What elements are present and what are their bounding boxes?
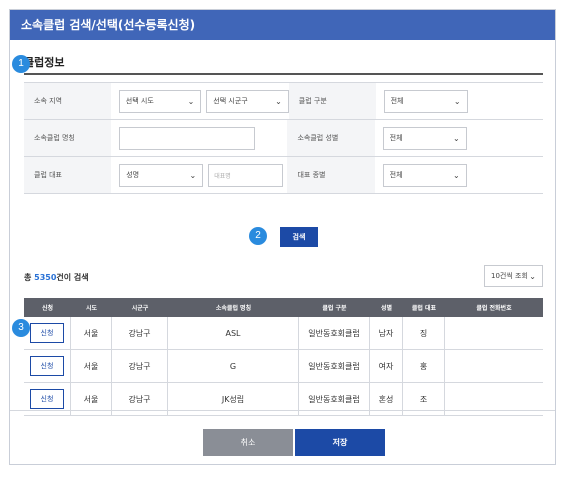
- rep-event-select-value: 전체: [389, 171, 403, 179]
- sido-select[interactable]: 선택 시도 ⌄: [118, 89, 202, 113]
- representative-cell: 징: [403, 317, 445, 349]
- chevron-down-icon: ⌄: [452, 133, 460, 143]
- club-name-label: 소속클럽 명칭: [24, 120, 112, 156]
- rep-label: 클럽 대표: [24, 157, 112, 193]
- chevron-down-icon: ⌄: [275, 96, 282, 106]
- form-row-region: 소속 지역 선택 시도 ⌄ 선택 시군구 ⌄ 클럽 구분 전체 ⌄: [24, 83, 543, 120]
- apply-button[interactable]: 신청: [30, 389, 64, 409]
- save-button[interactable]: 저장: [295, 429, 385, 456]
- sigungu-select-value: 선택 시군구: [213, 97, 248, 105]
- club-gender-cell: 전체 ⌄: [375, 120, 543, 156]
- sido-cell: 서울: [71, 317, 112, 349]
- club-gender-select[interactable]: 전체 ⌄: [382, 126, 467, 150]
- dialog-title: 소속클럽 검색/선택(선수등록신청): [10, 10, 555, 40]
- apply-button[interactable]: 신청: [30, 356, 64, 376]
- search-button[interactable]: 검색: [280, 227, 318, 247]
- club-search-dialog: 소속클럽 검색/선택(선수등록신청) 클럽정보 소속 지역 선택 시도 ⌄ 선택…: [9, 9, 556, 465]
- chevron-down-icon: ⌄: [529, 271, 536, 281]
- club-name-cell: [111, 120, 287, 156]
- club-type-select[interactable]: 전체 ⌄: [383, 89, 468, 113]
- gender-cell: 여자: [370, 350, 403, 382]
- club-type-select-value: 전체: [390, 97, 404, 105]
- chevron-down-icon: ⌄: [453, 96, 461, 106]
- col-apply: 신청: [41, 305, 54, 312]
- club-info-form: 소속 지역 선택 시도 ⌄ 선택 시군구 ⌄ 클럽 구분 전체 ⌄ 소속클럽 명…: [24, 82, 543, 194]
- apply-cell: 신청: [24, 317, 71, 349]
- section-divider: [24, 73, 543, 75]
- col-club-type: 클럽 구분: [322, 305, 347, 312]
- result-count-number: 5350: [34, 273, 57, 282]
- rep-event-cell: 전체 ⌄: [375, 157, 543, 193]
- step-badge-2: 2: [249, 227, 267, 245]
- rep-type-select[interactable]: 성명 ⌄: [119, 163, 204, 187]
- table-header: 신청 시도 시군구 소속클럽 명칭 클럽 구분 성별 클럽 대표 클럽 전화번호: [24, 298, 543, 317]
- rep-event-label: 대표 종별: [287, 157, 375, 193]
- club-type-cell: 일반동호회클럽: [299, 350, 370, 382]
- region-label: 소속 지역: [24, 83, 111, 119]
- footer-divider: [10, 410, 555, 411]
- apply-cell: 신청: [24, 350, 71, 382]
- table-row: 신청 서울 강남구 G 일반동호회클럽 여자 홍: [24, 350, 543, 383]
- club-name-cell: ASL: [168, 317, 299, 349]
- form-row-representative: 클럽 대표 성명 ⌄ 대표명 대표 종별 전체 ⌄: [24, 157, 543, 194]
- apply-button[interactable]: 신청: [30, 323, 64, 343]
- club-type-cell: 일반동호회클럽: [299, 317, 370, 349]
- sido-cell: 서울: [71, 350, 112, 382]
- per-page-value: 10건씩 조회: [491, 272, 528, 280]
- col-club-name: 소속클럽 명칭: [215, 305, 252, 312]
- col-phone: 클럽 전화번호: [476, 305, 512, 312]
- representative-cell: 홍: [403, 350, 445, 382]
- cancel-button[interactable]: 취소: [203, 429, 293, 456]
- col-sigungu: 시군구: [131, 305, 149, 312]
- col-representative: 클럽 대표: [411, 305, 437, 312]
- phone-cell: [445, 350, 543, 382]
- rep-type-select-value: 성명: [126, 171, 140, 179]
- rep-cell: 성명 ⌄ 대표명: [111, 157, 287, 193]
- result-count-prefix: 총: [24, 273, 35, 282]
- table-row: 신청 서울 강남구 ASL 일반동호회클럽 남자 징: [24, 317, 543, 350]
- col-gender: 성별: [380, 305, 393, 312]
- sigungu-cell: 강남구: [112, 350, 168, 382]
- step-badge-3: 3: [12, 319, 30, 337]
- per-page-select[interactable]: 10건씩 조회 ⌄: [484, 265, 543, 287]
- club-gender-label: 소속클럽 성별: [287, 120, 375, 156]
- phone-cell: [445, 317, 543, 349]
- result-count-suffix: 건이 검색: [56, 273, 89, 282]
- sigungu-select[interactable]: 선택 시군구 ⌄: [206, 89, 289, 113]
- section-title: 클럽정보: [24, 56, 65, 69]
- club-name-input[interactable]: [119, 126, 256, 150]
- club-gender-select-value: 전체: [389, 134, 403, 142]
- chevron-down-icon: ⌄: [187, 96, 195, 106]
- chevron-down-icon: ⌄: [189, 170, 197, 180]
- rep-name-input[interactable]: 대표명: [208, 163, 284, 187]
- club-name-cell: G: [168, 350, 299, 382]
- col-sido: 시도: [85, 305, 98, 312]
- form-row-club-name: 소속클럽 명칭 소속클럽 성별 전체 ⌄: [24, 120, 543, 157]
- sido-select-value: 선택 시도: [125, 97, 154, 105]
- step-badge-1: 1: [12, 55, 30, 73]
- chevron-down-icon: ⌄: [452, 170, 460, 180]
- table-row: 신청 서울 강남구 JK성립 일반동호회클럽 혼성 조: [24, 383, 543, 416]
- club-type-label: 클럽 구분: [288, 83, 376, 119]
- club-type-cell: 전체 ⌄: [376, 83, 543, 119]
- club-results-table: 신청 시도 시군구 소속클럽 명칭 클럽 구분 성별 클럽 대표 클럽 전화번호…: [24, 298, 543, 416]
- region-selects: 선택 시도 ⌄ 선택 시군구 ⌄: [111, 83, 289, 119]
- gender-cell: 남자: [370, 317, 403, 349]
- sigungu-cell: 강남구: [112, 317, 168, 349]
- rep-event-select[interactable]: 전체 ⌄: [382, 163, 467, 187]
- result-count: 총 5350건이 검색: [24, 272, 89, 283]
